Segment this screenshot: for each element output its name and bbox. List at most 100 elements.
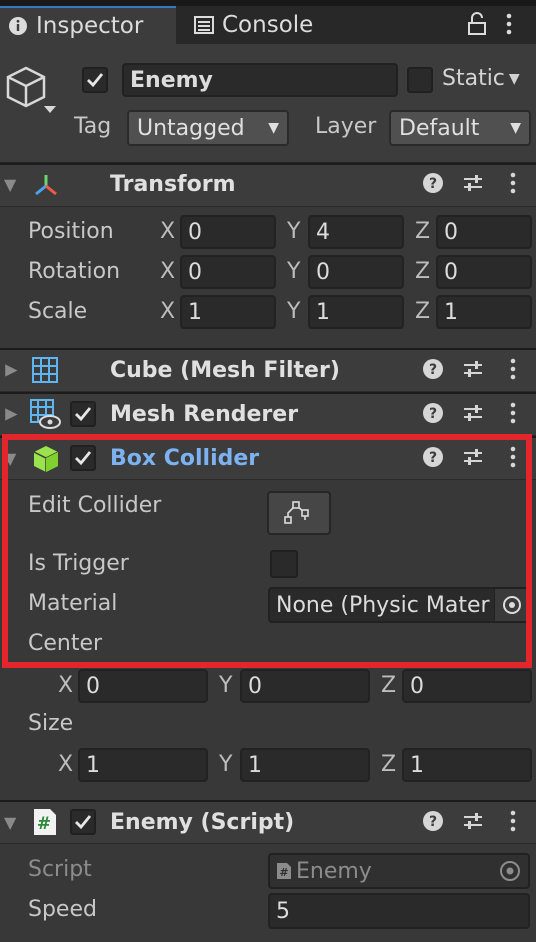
layer-dropdown[interactable]: Default ▼ xyxy=(389,110,531,146)
scale-x-field[interactable]: 1 xyxy=(180,295,276,329)
mesh-renderer-enabled-checkbox[interactable] xyxy=(70,401,96,427)
axis-y-label: Y xyxy=(219,673,233,698)
edit-collider-button[interactable] xyxy=(267,491,331,535)
center-y-field[interactable]: 0 xyxy=(240,669,370,703)
rotation-x-field[interactable]: 0 xyxy=(180,255,276,289)
scale-z-field[interactable]: 1 xyxy=(436,295,532,329)
rotation-label: Rotation xyxy=(28,259,121,284)
axis-y-label: Y xyxy=(287,219,301,244)
edit-collider-label: Edit Collider xyxy=(28,493,162,518)
foldout-arrow-icon[interactable]: ▼ xyxy=(4,449,16,468)
context-menu-icon[interactable] xyxy=(508,810,518,838)
size-label: Size xyxy=(28,711,74,736)
context-menu-icon[interactable] xyxy=(508,172,518,200)
tab-inspector[interactable]: Inspector xyxy=(0,6,176,44)
foldout-arrow-icon[interactable]: ▼ xyxy=(4,813,16,832)
axis-z-label: Z xyxy=(415,219,431,244)
center-z-field[interactable]: 0 xyxy=(402,669,532,703)
context-menu-icon[interactable] xyxy=(508,446,518,474)
tab-console-label: Console xyxy=(222,12,314,38)
enemy-script-title: Enemy (Script) xyxy=(110,810,295,835)
axis-z-label: Z xyxy=(415,259,431,284)
checkmark-icon xyxy=(75,815,92,830)
scale-y-field[interactable]: 1 xyxy=(308,295,404,329)
static-dropdown[interactable]: Static ▼ xyxy=(442,66,520,91)
svg-text:?: ? xyxy=(429,814,437,830)
presets-sliders-icon[interactable] xyxy=(462,403,484,429)
chevron-down-icon: ▼ xyxy=(508,70,520,87)
layer-value: Default xyxy=(399,115,480,141)
object-name-input[interactable]: Enemy xyxy=(122,63,398,97)
presets-sliders-icon[interactable] xyxy=(462,359,484,385)
svg-text:#: # xyxy=(37,814,51,834)
mesh-grid-icon xyxy=(32,357,58,389)
edit-bounds-icon xyxy=(284,501,309,524)
tag-value: Untagged xyxy=(137,115,245,141)
help-icon[interactable]: ? xyxy=(422,358,444,386)
mesh-filter-title: Cube (Mesh Filter) xyxy=(110,358,340,383)
transform-axes-icon xyxy=(32,172,60,204)
tag-dropdown[interactable]: Untagged ▼ xyxy=(127,110,289,146)
size-z-field[interactable]: 1 xyxy=(402,748,532,782)
rotation-z-field[interactable]: 0 xyxy=(436,255,532,289)
foldout-arrow-icon[interactable]: ▼ xyxy=(4,175,16,194)
size-x-field[interactable]: 1 xyxy=(78,748,208,782)
mesh-renderer-icon xyxy=(30,399,62,435)
tag-label: Tag xyxy=(74,114,112,139)
transform-title: Transform xyxy=(110,172,236,197)
box-collider-cube-icon xyxy=(32,444,60,480)
mesh-renderer-title: Mesh Renderer xyxy=(110,402,299,427)
help-icon[interactable]: ? xyxy=(422,810,444,838)
enemy-script-enabled-checkbox[interactable] xyxy=(70,809,96,835)
rotation-y-field[interactable]: 0 xyxy=(308,255,404,289)
material-object-field[interactable]: None (Physic Mater xyxy=(268,587,530,623)
script-label: Script xyxy=(28,857,92,882)
kebab-menu-icon[interactable] xyxy=(504,12,514,42)
help-icon[interactable]: ? xyxy=(422,446,444,474)
is-trigger-checkbox[interactable] xyxy=(270,550,298,578)
axis-y-label: Y xyxy=(287,299,301,324)
box-collider-enabled-checkbox[interactable] xyxy=(70,445,96,471)
presets-sliders-icon[interactable] xyxy=(462,811,484,837)
axis-z-label: Z xyxy=(381,752,397,777)
help-icon[interactable]: ? xyxy=(422,172,444,200)
axis-y-label: Y xyxy=(219,752,233,777)
is-trigger-label: Is Trigger xyxy=(28,551,129,576)
position-x-field[interactable]: 0 xyxy=(180,215,276,249)
speed-field[interactable]: 5 xyxy=(268,893,530,929)
context-menu-icon[interactable] xyxy=(508,358,518,386)
speed-label: Speed xyxy=(28,897,97,922)
static-label: Static xyxy=(442,66,505,91)
checkmark-icon xyxy=(87,73,104,88)
presets-sliders-icon[interactable] xyxy=(462,447,484,473)
context-menu-icon[interactable] xyxy=(508,402,518,430)
axis-x-label: X xyxy=(160,299,176,324)
script-value: Enemy xyxy=(296,858,372,884)
checkmark-icon xyxy=(75,451,92,466)
chevron-down-icon: ▼ xyxy=(510,120,521,136)
size-y-field[interactable]: 1 xyxy=(240,748,370,782)
lock-icon[interactable] xyxy=(466,12,488,42)
object-picker-icon[interactable] xyxy=(494,589,528,621)
foldout-arrow-icon[interactable]: ▼ xyxy=(1,364,20,376)
foldout-arrow-icon[interactable]: ▼ xyxy=(1,408,20,420)
chevron-down-icon: ▼ xyxy=(268,120,279,136)
tab-console[interactable]: Console xyxy=(194,6,354,44)
center-x-field[interactable]: 0 xyxy=(78,669,208,703)
help-icon[interactable]: ? xyxy=(422,402,444,430)
box-collider-title: Box Collider xyxy=(110,446,260,471)
layer-label: Layer xyxy=(315,114,377,139)
gameobject-cube-icon[interactable] xyxy=(4,64,60,126)
position-y-field[interactable]: 4 xyxy=(308,215,404,249)
center-label: Center xyxy=(28,631,103,656)
axis-x-label: X xyxy=(58,752,74,777)
script-hash-icon: # xyxy=(277,863,291,879)
material-value: None (Physic Mater xyxy=(276,592,490,618)
active-checkbox[interactable] xyxy=(82,67,108,93)
presets-sliders-icon[interactable] xyxy=(462,173,484,199)
static-checkbox[interactable] xyxy=(407,67,433,93)
svg-text:?: ? xyxy=(429,450,437,466)
position-z-field[interactable]: 0 xyxy=(436,215,532,249)
transform-header[interactable] xyxy=(0,163,536,207)
checkmark-icon xyxy=(75,407,92,422)
